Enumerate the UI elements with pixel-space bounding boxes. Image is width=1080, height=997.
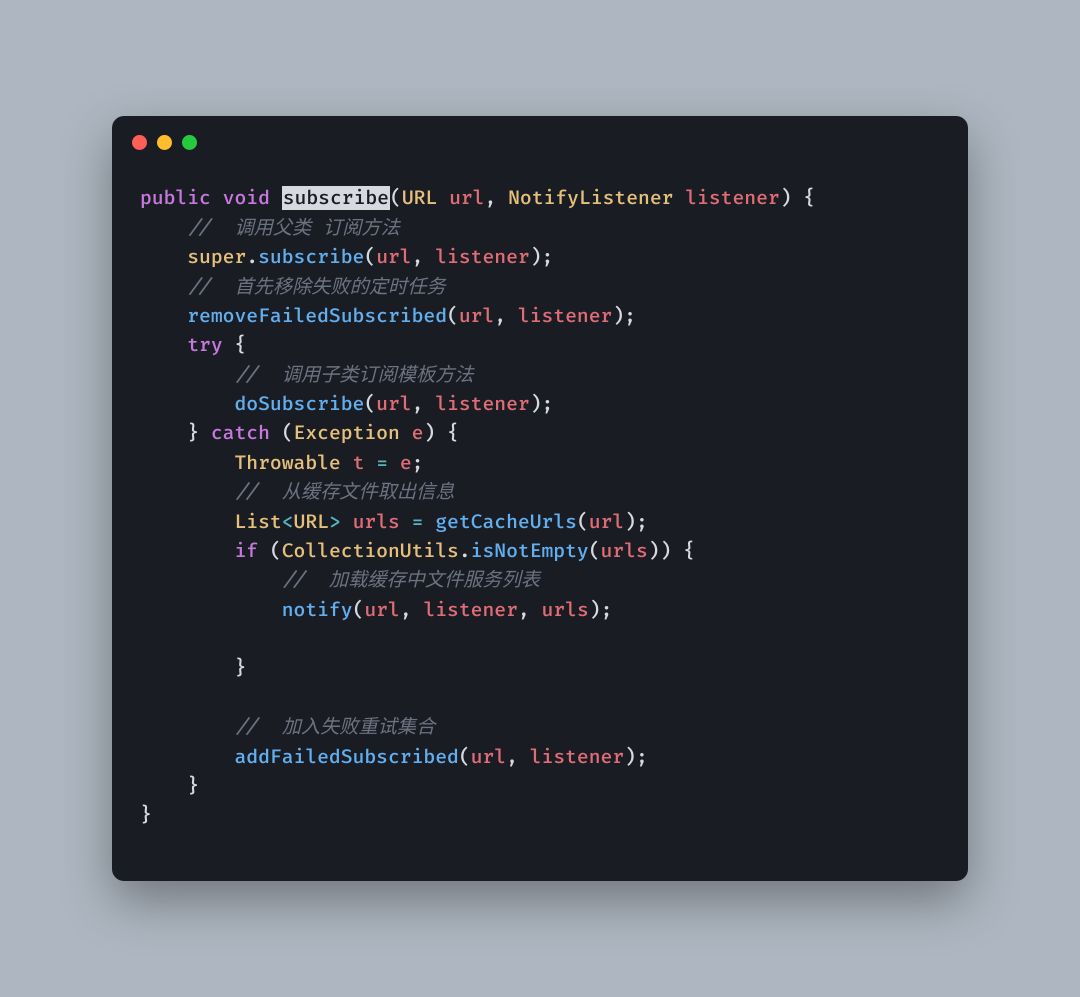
var-e: e bbox=[412, 421, 424, 445]
paren-close: ) bbox=[780, 186, 792, 210]
dot: . bbox=[459, 539, 471, 563]
close-icon[interactable] bbox=[132, 135, 147, 150]
code-window: public void subscribe(URL url, NotifyLis… bbox=[112, 116, 968, 880]
type-throwable: Throwable bbox=[234, 451, 340, 475]
code-block: public void subscribe(URL url, NotifyLis… bbox=[112, 168, 968, 880]
op-eq: = bbox=[376, 451, 388, 475]
arg-listener: listener bbox=[530, 745, 624, 769]
type-exception: Exception bbox=[294, 421, 400, 445]
paren: ( bbox=[447, 304, 459, 328]
paren: ( bbox=[577, 510, 589, 534]
call-isnotempty: isNotEmpty bbox=[471, 539, 589, 563]
brace-close: } bbox=[234, 656, 246, 680]
semicolon: ; bbox=[412, 451, 424, 475]
kw-catch: catch bbox=[211, 421, 270, 445]
brace: { bbox=[683, 539, 695, 563]
call-notify: notify bbox=[282, 598, 353, 622]
call-subscribe: subscribe bbox=[258, 245, 364, 269]
paren-close: ) bbox=[423, 421, 435, 445]
comma: , bbox=[494, 304, 518, 328]
call-dosubscribe: doSubscribe bbox=[234, 392, 364, 416]
paren: ( bbox=[459, 745, 471, 769]
selected-method-name: subscribe bbox=[282, 186, 390, 210]
arg-urls: urls bbox=[601, 539, 648, 563]
arg-listener: listener bbox=[518, 304, 612, 328]
comma: , bbox=[400, 598, 424, 622]
arg-url: url bbox=[459, 304, 494, 328]
window-titlebar bbox=[112, 116, 968, 168]
arg-url: url bbox=[376, 245, 411, 269]
kw-if: if bbox=[234, 539, 258, 563]
comma: , bbox=[506, 745, 530, 769]
paren: ( bbox=[270, 539, 282, 563]
var-urls: urls bbox=[353, 510, 400, 534]
arg-listener: listener bbox=[435, 245, 529, 269]
paren-end: ); bbox=[530, 392, 554, 416]
arg-url: url bbox=[376, 392, 411, 416]
brace-close: } bbox=[187, 774, 199, 798]
call-getcacheurls: getCacheUrls bbox=[435, 510, 577, 534]
paren: ( bbox=[353, 598, 365, 622]
kw-public: public bbox=[140, 186, 211, 210]
comment: // 加载缓存中文件服务列表 bbox=[282, 568, 540, 592]
paren-end: ); bbox=[624, 745, 648, 769]
op-lt: < bbox=[282, 510, 294, 534]
kw-super: super bbox=[187, 245, 246, 269]
kw-try: try bbox=[187, 333, 222, 357]
comment: // 从缓存文件取出信息 bbox=[234, 480, 454, 504]
arg-listener: listener bbox=[423, 598, 517, 622]
arg-listener: listener bbox=[435, 392, 529, 416]
brace-close: } bbox=[187, 421, 199, 445]
comma: , bbox=[412, 392, 436, 416]
brace: { bbox=[447, 421, 459, 445]
call-addfailedsubscribed: addFailedSubscribed bbox=[234, 745, 458, 769]
op-gt: > bbox=[329, 510, 341, 534]
var-e: e bbox=[400, 451, 412, 475]
comment: // 加入失败重试集合 bbox=[234, 715, 435, 739]
paren-open: ( bbox=[390, 186, 402, 210]
type-url: URL bbox=[294, 510, 329, 534]
brace-close: } bbox=[140, 803, 152, 827]
comment: // 调用父类 订阅方法 bbox=[187, 216, 400, 240]
paren-close: )) bbox=[648, 539, 672, 563]
arg-url: url bbox=[471, 745, 506, 769]
var-t: t bbox=[353, 451, 365, 475]
type-collectionutils: CollectionUtils bbox=[282, 539, 459, 563]
paren: ( bbox=[589, 539, 601, 563]
arg-url: url bbox=[364, 598, 399, 622]
comment: // 调用子类订阅模板方法 bbox=[234, 363, 473, 387]
op-eq: = bbox=[412, 510, 424, 534]
comma: , bbox=[485, 186, 497, 210]
zoom-icon[interactable] bbox=[182, 135, 197, 150]
paren-end: ); bbox=[612, 304, 636, 328]
call-removefailedsubscribed: removeFailedSubscribed bbox=[187, 304, 447, 328]
paren-end: ); bbox=[589, 598, 613, 622]
comma: , bbox=[412, 245, 436, 269]
minimize-icon[interactable] bbox=[157, 135, 172, 150]
paren-end: ); bbox=[530, 245, 554, 269]
type-notifylistener: NotifyListener bbox=[508, 186, 673, 210]
paren: ( bbox=[282, 421, 294, 445]
paren-end: ); bbox=[624, 510, 648, 534]
arg-urls: urls bbox=[542, 598, 589, 622]
paren: ( bbox=[364, 245, 376, 269]
brace: { bbox=[234, 333, 246, 357]
kw-void: void bbox=[223, 186, 270, 210]
paren: ( bbox=[364, 392, 376, 416]
type-list: List bbox=[234, 510, 281, 534]
dot: . bbox=[246, 245, 258, 269]
comment: // 首先移除失败的定时任务 bbox=[187, 275, 445, 299]
param-url: url bbox=[449, 186, 484, 210]
type-url: URL bbox=[402, 186, 437, 210]
comma: , bbox=[518, 598, 542, 622]
arg-url: url bbox=[589, 510, 624, 534]
param-listener: listener bbox=[685, 186, 779, 210]
brace-open: { bbox=[803, 186, 815, 210]
